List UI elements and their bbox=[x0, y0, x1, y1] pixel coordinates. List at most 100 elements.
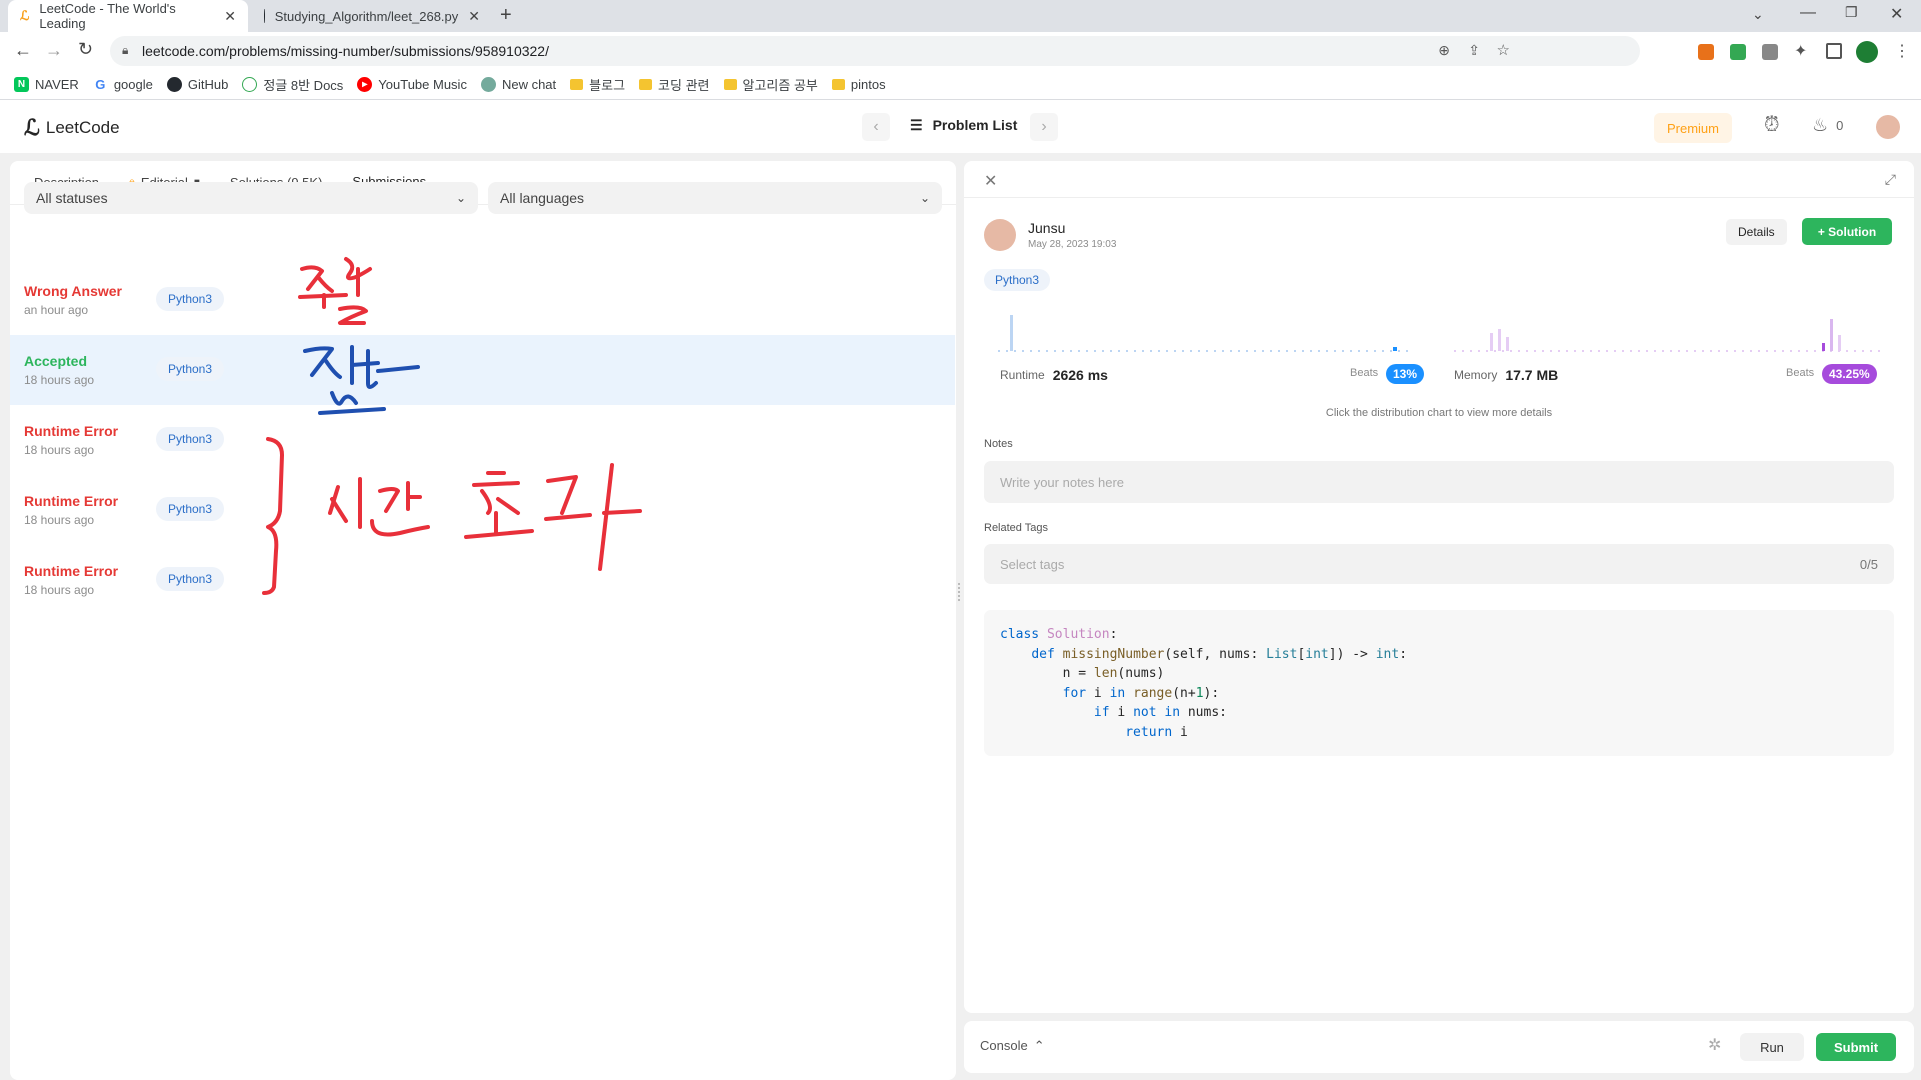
browser-tab-leetcode[interactable]: ℒ LeetCode - The World's Leading ✕ bbox=[8, 0, 248, 32]
profile-avatar[interactable] bbox=[1856, 41, 1878, 63]
share-icon[interactable]: ⇪ bbox=[1468, 42, 1480, 59]
bookmark-folder-blog[interactable]: 블로그 bbox=[570, 75, 625, 94]
code-block: class Solution: def missingNumber(self, … bbox=[984, 610, 1894, 756]
language-badge: Python3 bbox=[156, 427, 225, 451]
google-icon: G bbox=[92, 77, 108, 92]
new-tab-button[interactable]: + bbox=[500, 4, 512, 27]
extension-rx-icon[interactable] bbox=[1698, 44, 1714, 60]
submitter-name[interactable]: Junsu bbox=[1028, 220, 1065, 236]
console-label: Console bbox=[980, 1038, 1028, 1053]
github-favicon-icon bbox=[264, 9, 265, 23]
status-filter-dropdown[interactable]: All statuses ⌄ bbox=[24, 182, 478, 214]
bookmark-naver[interactable]: N NAVER bbox=[14, 77, 79, 92]
bookmark-youtube-music[interactable]: ▸ YouTube Music bbox=[357, 77, 467, 92]
forward-icon[interactable]: → bbox=[45, 40, 63, 61]
close-window-icon[interactable]: ✕ bbox=[1890, 4, 1903, 24]
bookmark-jungle-docs[interactable]: 정글 8반 Docs bbox=[242, 75, 343, 94]
leetcode-logo-icon: ℒ bbox=[24, 115, 40, 140]
tags-placeholder: Select tags bbox=[1000, 556, 1065, 572]
folder-icon bbox=[570, 79, 584, 90]
bookmark-label: YouTube Music bbox=[378, 77, 467, 92]
close-tab-icon[interactable]: ✕ bbox=[468, 8, 480, 25]
bookmark-star-icon[interactable]: ☆ bbox=[1497, 41, 1510, 59]
memory-bar bbox=[1838, 335, 1841, 351]
console-bar: Console ⌃ ✲ Run Submit bbox=[964, 1021, 1914, 1073]
next-problem-button[interactable]: › bbox=[1030, 113, 1058, 141]
streak-counter[interactable]: ♨ 0 bbox=[1812, 115, 1843, 136]
handwritten-annotations bbox=[262, 257, 642, 595]
bookmark-github[interactable]: GitHub bbox=[166, 77, 228, 92]
extension-screen-icon[interactable] bbox=[1762, 44, 1778, 60]
naver-icon: N bbox=[14, 77, 29, 92]
divider bbox=[964, 197, 1914, 198]
bookmark-folder-pintos[interactable]: pintos bbox=[831, 77, 886, 92]
submission-status: Runtime Error bbox=[24, 493, 119, 509]
handwritten-blue-scribble bbox=[303, 345, 420, 415]
language-badge: Python3 bbox=[156, 567, 225, 591]
memory-distribution-chart[interactable] bbox=[1454, 309, 1894, 359]
premium-button[interactable]: Premium bbox=[1654, 113, 1732, 143]
runtime-bar bbox=[1010, 315, 1013, 351]
tab-search-icon[interactable]: ⌄ bbox=[1752, 6, 1764, 23]
open-external-icon[interactable]: ⤢ bbox=[1885, 171, 1896, 188]
tab-title: Studying_Algorithm/leet_268.py bbox=[274, 8, 459, 24]
bookmark-google[interactable]: Ggoogle bbox=[92, 77, 153, 92]
folder-icon bbox=[831, 79, 845, 90]
side-panel-icon[interactable] bbox=[1826, 43, 1842, 59]
handwritten-red-bracket bbox=[262, 437, 284, 595]
bookmark-label: pintos bbox=[850, 77, 886, 92]
runtime-value: 2626 ms bbox=[1052, 367, 1108, 383]
lock-icon: 🔒︎ bbox=[122, 43, 129, 57]
bookmark-folder-algorithm[interactable]: 알고리즘 공부 bbox=[723, 75, 818, 94]
extensions-puzzle-icon[interactable]: ✦ bbox=[1794, 41, 1807, 61]
submission-status: Runtime Error bbox=[24, 423, 119, 439]
alarm-clock-icon[interactable]: ⏰︎ bbox=[1764, 114, 1780, 137]
bookmark-label: google bbox=[113, 77, 153, 92]
user-avatar[interactable] bbox=[1876, 115, 1900, 139]
streak-count: 0 bbox=[1836, 118, 1844, 133]
leetcode-navbar: ℒ LeetCode ‹ ☰ Problem List › Premium ⏰︎… bbox=[0, 101, 1921, 153]
problem-list-button[interactable]: ☰ Problem List bbox=[910, 117, 1017, 134]
panel-resize-handle[interactable] bbox=[958, 583, 962, 601]
tab-title: LeetCode - The World's Leading bbox=[39, 1, 176, 31]
back-icon[interactable]: ← bbox=[14, 40, 32, 61]
runtime-distribution-chart[interactable] bbox=[998, 309, 1418, 359]
notes-input[interactable]: Write your notes here bbox=[984, 461, 1894, 503]
close-tab-icon[interactable]: ✕ bbox=[224, 8, 236, 25]
related-tags-label: Related Tags bbox=[984, 522, 1049, 534]
address-bar[interactable]: 🔒︎ leetcode.com/problems/missing-number/… bbox=[110, 36, 1640, 66]
extension-video-icon[interactable] bbox=[1730, 44, 1746, 60]
browser-tab-github[interactable]: Studying_Algorithm/leet_268.py ✕ bbox=[252, 0, 492, 32]
bookmark-folder-coding[interactable]: 코딩 관련 bbox=[639, 75, 710, 94]
tags-count: 0/5 bbox=[1859, 556, 1878, 572]
bookmarks-bar: N NAVER Ggoogle GitHub 정글 8반 Docs ▸ YouTub… bbox=[0, 70, 1921, 100]
memory-value: 17.7 MB bbox=[1505, 367, 1559, 383]
browser-tab-strip: ℒ LeetCode - The World's Leading ✕ Study… bbox=[0, 0, 1921, 32]
tags-select[interactable]: Select tags 0/5 bbox=[984, 544, 1894, 584]
reload-icon[interactable]: ↻ bbox=[78, 39, 93, 60]
bookmark-new-chat[interactable]: New chat bbox=[480, 77, 556, 92]
chevron-down-icon: ⌄ bbox=[455, 191, 466, 205]
run-button[interactable]: Run bbox=[1740, 1033, 1804, 1061]
debug-bug-icon[interactable]: ✲ bbox=[1708, 1035, 1721, 1055]
language-filter-label: All languages bbox=[500, 190, 585, 206]
language-filter-dropdown[interactable]: All languages ⌄ bbox=[488, 182, 942, 214]
language-badge: Python3 bbox=[984, 269, 1051, 291]
details-button[interactable]: Details bbox=[1726, 219, 1787, 245]
post-solution-button[interactable]: + Solution bbox=[1802, 218, 1892, 245]
url-text: leetcode.com/problems/missing-number/sub… bbox=[142, 43, 549, 59]
zoom-icon[interactable]: ⊕ bbox=[1438, 42, 1450, 59]
bookmark-label: 정글 8반 Docs bbox=[263, 78, 344, 93]
close-panel-icon[interactable]: ✕ bbox=[984, 171, 997, 191]
submit-button[interactable]: Submit bbox=[1816, 1033, 1896, 1061]
runtime-bar-current bbox=[1393, 347, 1397, 351]
submission-time: 18 hours ago bbox=[24, 513, 95, 527]
browser-menu-icon[interactable]: ⋮ bbox=[1894, 41, 1910, 61]
minimize-icon[interactable]: — bbox=[1800, 4, 1816, 22]
leetcode-logo[interactable]: ℒ LeetCode bbox=[24, 115, 120, 141]
restore-icon[interactable]: ❐ bbox=[1845, 4, 1858, 21]
prev-problem-button[interactable]: ‹ bbox=[862, 113, 890, 141]
console-toggle[interactable]: Console ⌃ bbox=[980, 1038, 1045, 1054]
language-badge: Python3 bbox=[156, 287, 225, 311]
submission-status: Accepted bbox=[24, 353, 88, 369]
